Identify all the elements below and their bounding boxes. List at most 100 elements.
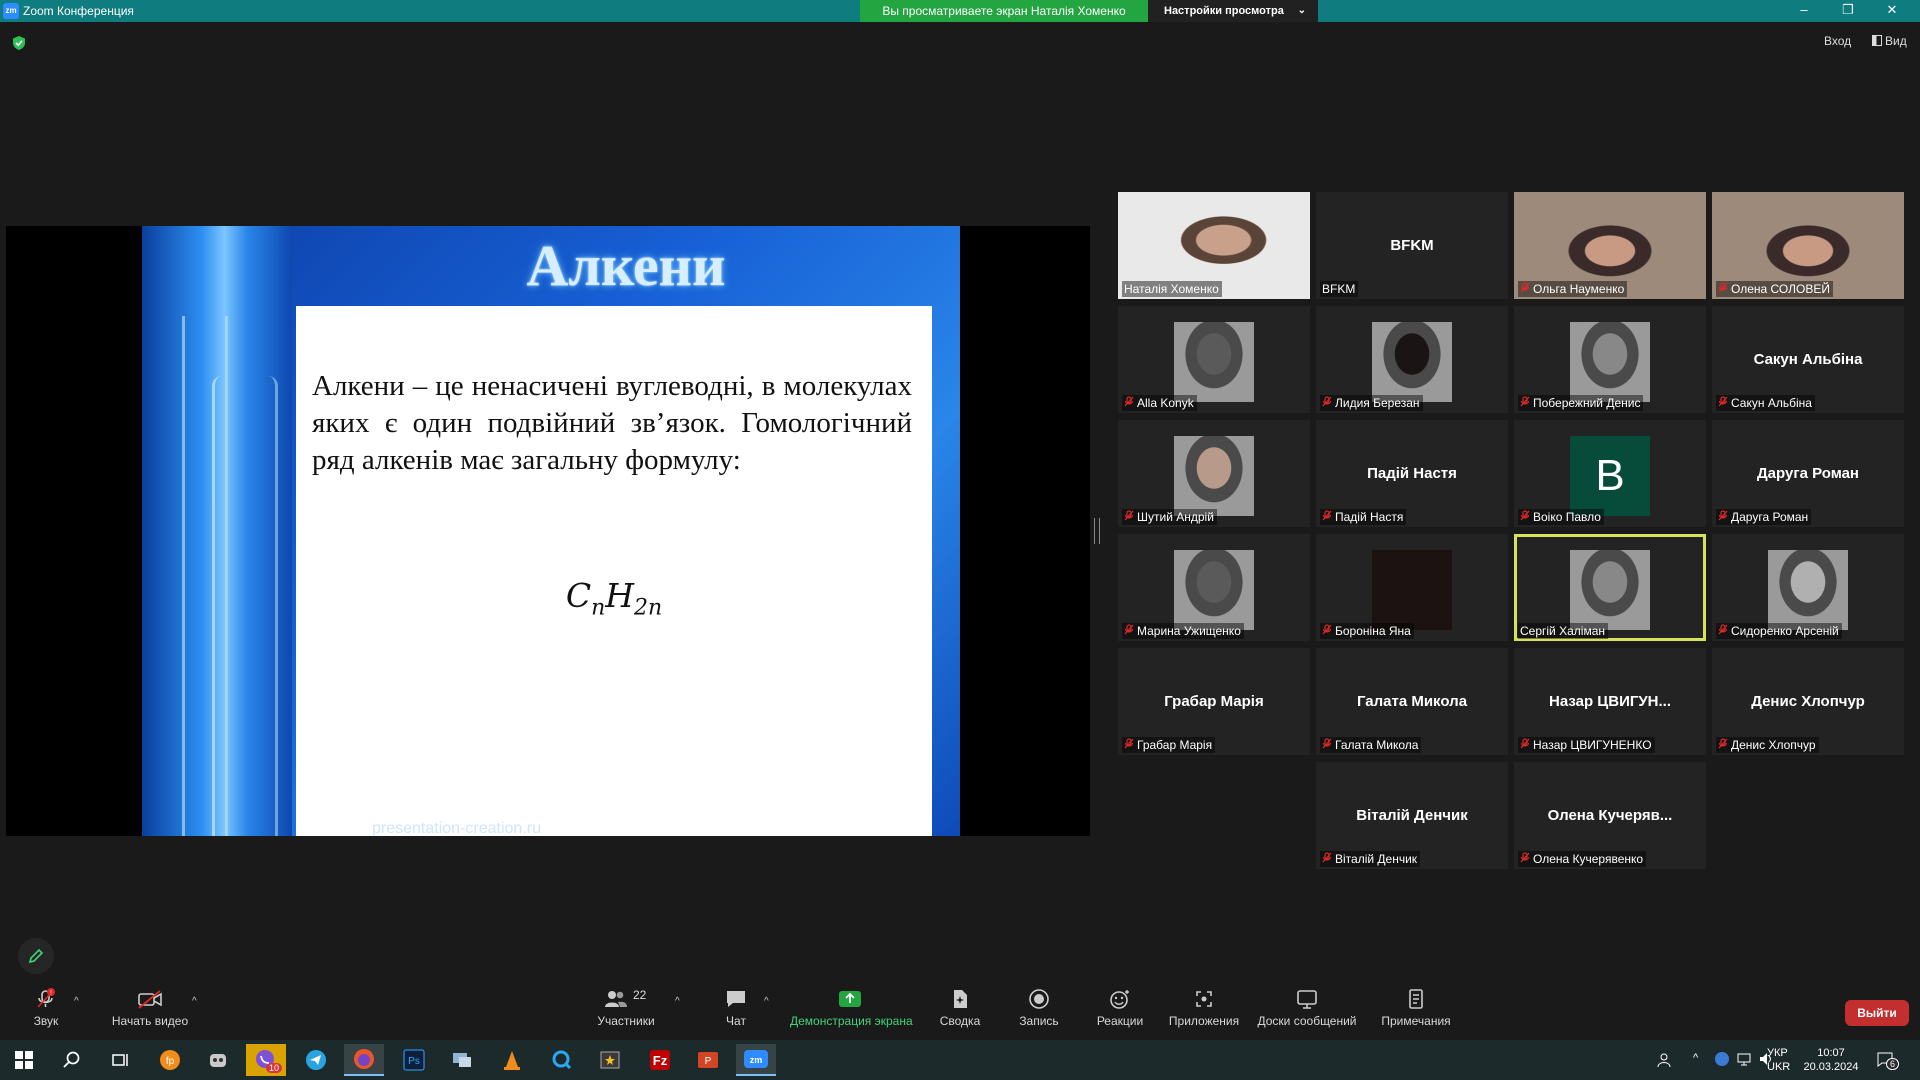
tray-app-icon[interactable] <box>1714 1051 1730 1070</box>
close-button[interactable]: ✕ <box>1870 0 1914 22</box>
participant-tile[interactable]: Олена СОЛОВЕЙ <box>1712 192 1904 299</box>
people-tray-icon[interactable] <box>1656 1052 1672 1071</box>
search-button[interactable] <box>52 1044 92 1076</box>
reactions-button[interactable]: Реакции <box>1090 988 1150 1028</box>
participants-options-caret[interactable]: ^ <box>675 996 680 1007</box>
participant-tile[interactable]: Денис Хлопчур Денис Хлопчур <box>1712 648 1904 755</box>
participant-tile[interactable]: Шутий Андрій <box>1118 420 1310 527</box>
participant-tile[interactable]: Назар ЦВИГУН... Назар ЦВИГУНЕНКО <box>1514 648 1706 755</box>
audio-button[interactable]: ! Звук <box>28 988 64 1028</box>
taskbar-app-filezilla[interactable]: Fz <box>640 1044 680 1076</box>
summary-button[interactable]: Сводка <box>932 988 988 1028</box>
participant-tile[interactable]: Даруга Роман Даруга Роман <box>1712 420 1904 527</box>
participant-name-label: Наталія Хоменко <box>1122 281 1222 297</box>
apps-button[interactable]: Приложения <box>1166 988 1242 1028</box>
microphone-muted-icon <box>1322 510 1332 524</box>
participant-tile[interactable]: Alla Konyk <box>1118 306 1310 413</box>
participant-name-label: Олена СОЛОВЕЙ <box>1716 281 1833 297</box>
restore-button[interactable]: ❐ <box>1826 0 1870 22</box>
annotate-button[interactable] <box>18 938 54 974</box>
network-tray-icon[interactable] <box>1736 1051 1752 1070</box>
participant-name-label: Alla Konyk <box>1122 395 1197 411</box>
taskbar-app-explorer[interactable] <box>442 1044 482 1076</box>
taskbar-app-fp[interactable]: fp <box>150 1044 190 1076</box>
microphone-muted-icon <box>1520 282 1530 296</box>
participant-name: Віталій Денчик <box>1335 852 1418 866</box>
participant-thumbnail <box>1174 550 1254 630</box>
participant-name: Воіко Павло <box>1533 510 1601 524</box>
clock[interactable]: 10:07 20.03.2024 <box>1796 1046 1866 1074</box>
chat-options-caret[interactable]: ^ <box>764 996 769 1007</box>
taskbar-app-telegram[interactable] <box>296 1044 336 1076</box>
participant-tile[interactable]: Падій Настя Падій Настя <box>1316 420 1508 527</box>
participant-tile[interactable]: Сидоренко Арсеній <box>1712 534 1904 641</box>
microphone-muted-icon <box>1322 396 1332 410</box>
tray-overflow-button[interactable]: ^ <box>1693 1052 1698 1064</box>
minimize-button[interactable]: – <box>1782 0 1826 22</box>
participant-tile[interactable]: Наталія Хоменко <box>1118 192 1310 299</box>
participant-tile[interactable]: Бороніна Яна <box>1316 534 1508 641</box>
grid-icon <box>1872 35 1882 46</box>
search-icon <box>63 1051 80 1068</box>
participant-name-label: Даруга Роман <box>1716 509 1812 525</box>
keyboard-language[interactable]: УКР UKR <box>1767 1046 1790 1074</box>
participant-tile[interactable]: Лидия Березан <box>1316 306 1508 413</box>
star-window-icon <box>600 1051 620 1069</box>
pencil-icon <box>28 948 44 964</box>
taskbar-app-steam[interactable] <box>198 1044 238 1076</box>
start-button[interactable] <box>4 1044 44 1076</box>
participant-tile[interactable]: Галата Микола Галата Микола <box>1316 648 1508 755</box>
start-video-button[interactable]: Начать видео <box>108 988 192 1028</box>
participants-button[interactable]: 22 Участники <box>592 988 660 1028</box>
participant-tile[interactable]: Олена Кучеряв... Олена Кучерявенко <box>1514 762 1706 869</box>
participant-name: Сидоренко Арсеній <box>1731 624 1839 638</box>
view-button[interactable]: Вид <box>1872 34 1907 48</box>
participant-tile[interactable]: Віталій Денчик Віталій Денчик <box>1316 762 1508 869</box>
participant-tile[interactable]: Ольга Науменко <box>1514 192 1706 299</box>
taskbar-app-firefox[interactable] <box>344 1044 384 1076</box>
taskbar-app-starred[interactable] <box>590 1044 630 1076</box>
notifications-button[interactable]: 6 <box>1876 1050 1900 1071</box>
microphone-muted-icon <box>1124 738 1134 752</box>
shared-screen[interactable]: Алкени Алкени – це ненасичені вуглеводні… <box>6 226 1090 836</box>
participant-tile[interactable]: Побережний Денис <box>1514 306 1706 413</box>
video-options-caret[interactable]: ^ <box>192 996 197 1007</box>
participant-name-label: Марина Ужищенко <box>1122 623 1244 639</box>
svg-text:P: P <box>705 1056 712 1067</box>
notes-button[interactable]: Примечания <box>1378 988 1454 1028</box>
split-divider-handle[interactable] <box>1094 518 1100 544</box>
participant-name-label: Віталій Денчик <box>1320 851 1421 867</box>
record-button[interactable]: Запись <box>1012 988 1066 1028</box>
taskbar-app-zoom[interactable]: zm <box>736 1044 776 1076</box>
microphone-muted-icon <box>1322 852 1332 866</box>
participant-tile[interactable]: Сергій Халіман <box>1514 534 1706 641</box>
microphone-muted-icon <box>1124 624 1134 638</box>
monitor-app-icon <box>453 1053 471 1067</box>
taskbar-app-browser[interactable] <box>542 1044 582 1076</box>
enter-fullscreen-button[interactable]: Вход <box>1824 34 1851 48</box>
participant-tile[interactable]: B Воіко Павло <box>1514 420 1706 527</box>
participant-name-label: Побережний Денис <box>1518 395 1644 411</box>
taskbar-app-vlc[interactable] <box>492 1044 532 1076</box>
view-options-dropdown[interactable]: Настройки просмотра ⌄ <box>1148 0 1318 22</box>
shield-icon[interactable] <box>12 35 26 51</box>
chat-button[interactable]: Чат <box>718 988 754 1028</box>
share-screen-button[interactable]: Демонстрация экрана <box>790 988 913 1028</box>
taskbar-app-powerpoint[interactable]: P <box>688 1044 728 1076</box>
participant-tile[interactable]: BFKM BFKM <box>1316 192 1508 299</box>
share-screen-label: Демонстрация экрана <box>790 1014 913 1028</box>
share-banner: Вы просматриваете экран Наталія Хоменко <box>860 0 1148 22</box>
participant-name-label: Шутий Андрій <box>1122 509 1217 525</box>
participant-tile[interactable]: Сакун Альбіна Сакун Альбіна <box>1712 306 1904 413</box>
task-view-button[interactable] <box>100 1044 140 1076</box>
leave-button[interactable]: Выйти <box>1845 1000 1909 1026</box>
summary-document-icon <box>954 990 967 1008</box>
participant-thumbnail <box>1570 322 1650 402</box>
participant-tile[interactable]: Марина Ужищенко <box>1118 534 1310 641</box>
chevron-down-icon: ⌄ <box>1297 5 1306 16</box>
participant-tile[interactable]: Грабар Марія Грабар Марія <box>1118 648 1310 755</box>
whiteboards-button[interactable]: Доски сообщений <box>1254 988 1360 1028</box>
taskbar-app-photoshop[interactable]: Ps <box>394 1044 434 1076</box>
taskbar-app-viber[interactable]: 10 <box>246 1044 286 1076</box>
audio-options-caret[interactable]: ^ <box>74 996 79 1007</box>
